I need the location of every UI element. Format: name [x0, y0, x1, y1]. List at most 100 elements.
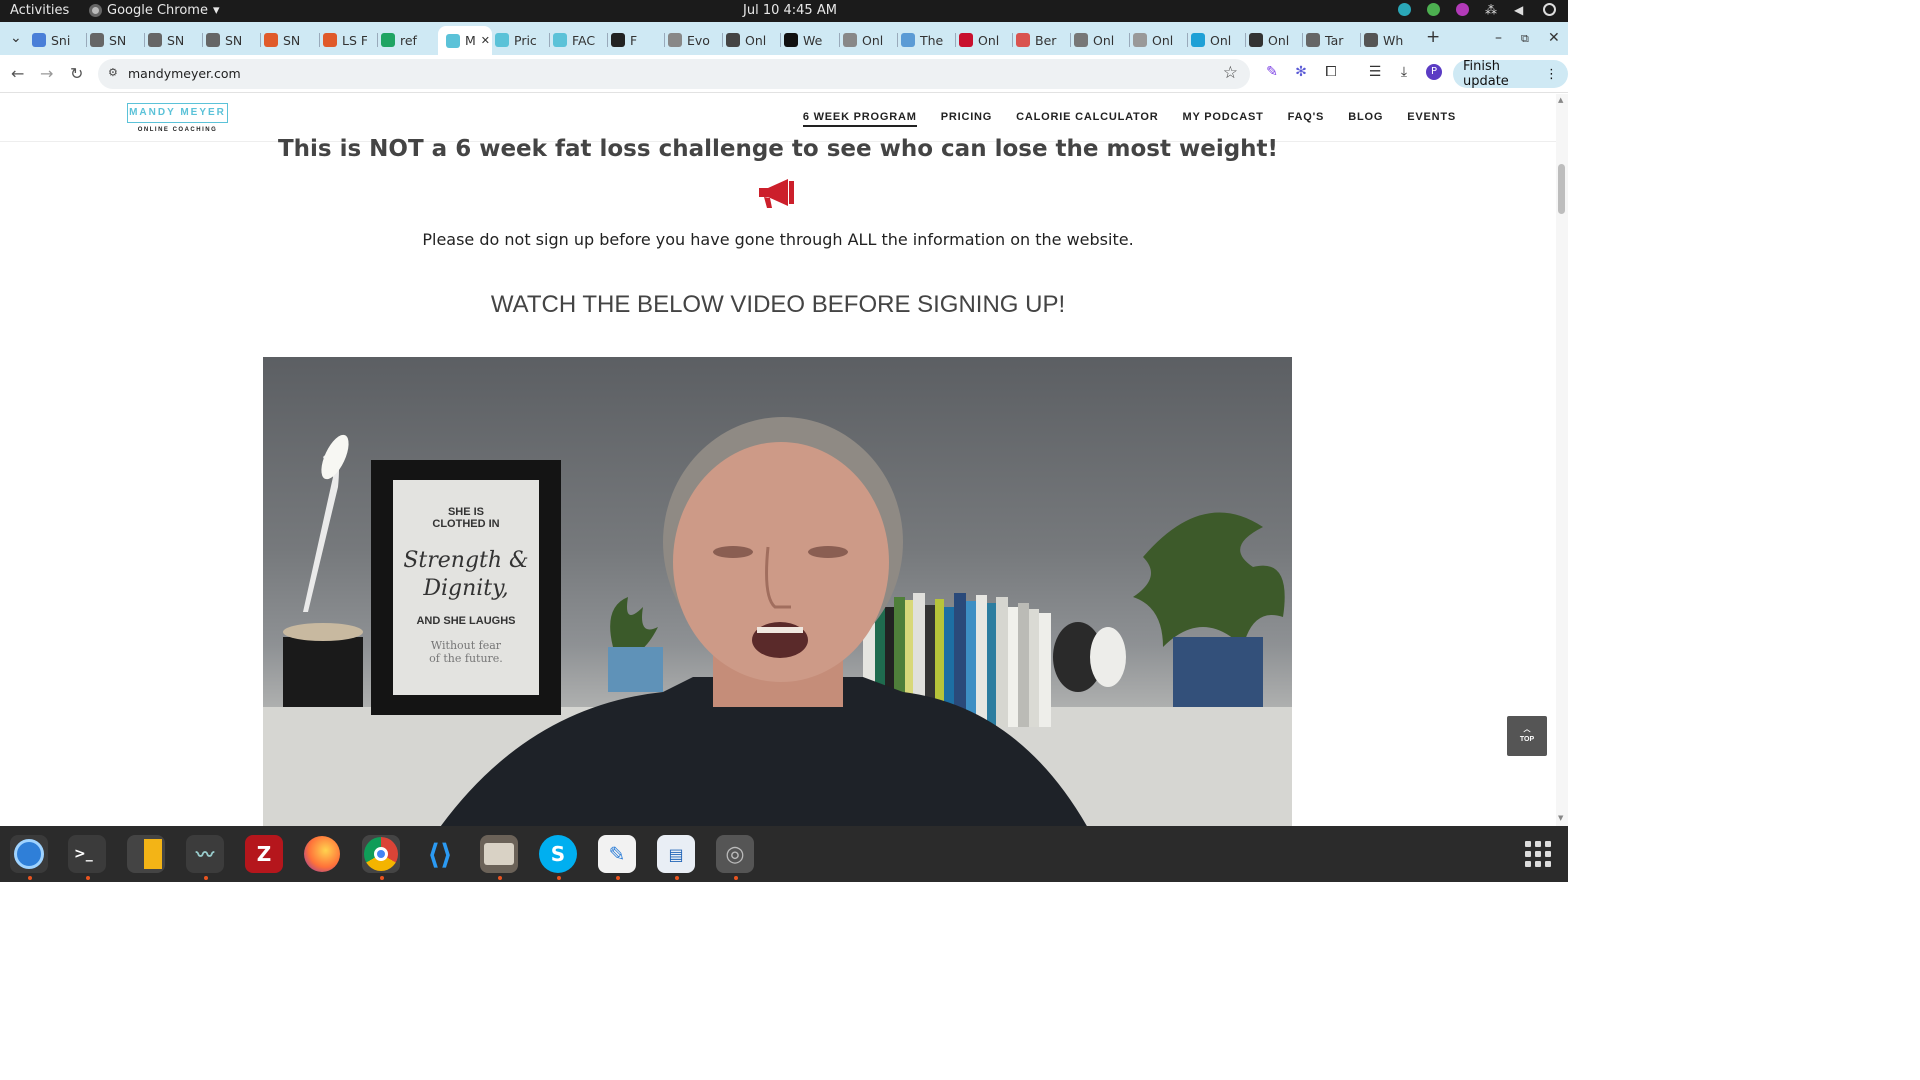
terminal-icon[interactable]: >_: [68, 835, 106, 873]
update-icon[interactable]: [1427, 3, 1440, 16]
browser-tab[interactable]: M ✕: [438, 26, 492, 55]
vscode-icon[interactable]: ⟨⟩: [421, 835, 459, 873]
browser-tab[interactable]: Onl: [1191, 28, 1235, 52]
snowflake-extension-icon[interactable]: ✻: [1293, 64, 1309, 80]
system-tray[interactable]: ⁂ ◀: [1398, 3, 1556, 17]
close-window-button[interactable]: ✕: [1548, 30, 1560, 46]
system-top-bar: Activities Google Chrome ▾ Jul 10 4:45 A…: [0, 0, 1568, 22]
tab-favicon-icon: [323, 33, 337, 47]
calculator-icon[interactable]: [127, 835, 165, 873]
logo-subtitle: ONLINE COACHING: [137, 127, 218, 133]
browser-tab[interactable]: Pric: [495, 28, 539, 52]
network-icon[interactable]: ⁂: [1485, 3, 1498, 17]
tab-separator: [607, 33, 608, 47]
scrollbar-thumb[interactable]: [1558, 164, 1565, 214]
caret-down-icon: ▾: [212, 3, 220, 18]
thunderbird-icon[interactable]: [10, 835, 48, 873]
browser-tab[interactable]: Onl: [843, 28, 887, 52]
tab-favicon-icon: [32, 33, 46, 47]
nav-pricing[interactable]: PRICING: [941, 111, 992, 127]
document-viewer-icon[interactable]: ▤: [657, 835, 695, 873]
tab-favicon-icon: [553, 33, 567, 47]
clock[interactable]: Jul 10 4:45 AM: [743, 3, 837, 18]
tab-separator: [377, 33, 378, 47]
browser-tab[interactable]: We: [784, 28, 828, 52]
show-apps-grid-icon[interactable]: [1525, 841, 1551, 867]
volume-icon[interactable]: ◀: [1514, 3, 1527, 17]
browser-tab[interactable]: SN: [206, 28, 250, 52]
power-icon[interactable]: [1543, 3, 1556, 16]
kebab-menu-icon: ⋮: [1545, 66, 1558, 82]
browser-tab[interactable]: SN: [148, 28, 192, 52]
frame-line-1: SHE IS: [448, 506, 484, 518]
finish-update-button[interactable]: Finish update ⋮: [1453, 59, 1568, 89]
browser-tab[interactable]: Wh: [1364, 28, 1408, 52]
extensions-puzzle-icon[interactable]: ⧠: [1323, 64, 1339, 80]
browser-tab[interactable]: Evo: [668, 28, 712, 52]
video-player[interactable]: SHE IS CLOTHED IN Strength & Dignity, AN…: [263, 357, 1292, 826]
nav-calorie-calculator[interactable]: CALORIE CALCULATOR: [1016, 111, 1158, 127]
nav-6-week-program[interactable]: 6 WEEK PROGRAM: [802, 111, 917, 127]
tab-favicon-icon: [206, 33, 220, 47]
firefox-icon[interactable]: [303, 835, 341, 873]
pen-extension-icon[interactable]: ✎: [1264, 64, 1280, 80]
chrome-dock-icon[interactable]: [362, 835, 400, 873]
sync-icon[interactable]: [1398, 3, 1411, 16]
browser-toolbar: ← → ↻ ⚙ mandymeyer.com ☆ ✎ ✻ ⧠ ☰ ⤓ P Fin…: [0, 55, 1568, 93]
browser-tab[interactable]: Onl: [726, 28, 770, 52]
skype-icon[interactable]: S: [539, 835, 577, 873]
browser-tab[interactable]: SN: [90, 28, 134, 52]
tab-search-icon[interactable]: ⌄: [10, 30, 22, 46]
system-monitor-icon[interactable]: 〰: [186, 835, 224, 873]
scroll-down-arrow-icon[interactable]: ▼: [1558, 814, 1563, 822]
download-icon[interactable]: ⤓: [1396, 64, 1412, 80]
address-bar[interactable]: ⚙ mandymeyer.com ☆: [98, 59, 1250, 89]
files-icon[interactable]: [480, 835, 518, 873]
reload-icon[interactable]: ↻: [70, 64, 83, 83]
tab-label: Sni: [51, 32, 71, 48]
color-picker-icon[interactable]: [1456, 3, 1469, 16]
browser-tab[interactable]: Ber: [1016, 28, 1060, 52]
back-to-top-button[interactable]: ︿ TOP: [1507, 716, 1547, 756]
filezilla-icon[interactable]: Z: [245, 835, 283, 873]
browser-tab[interactable]: Sni: [32, 28, 76, 52]
browser-tab[interactable]: Onl: [959, 28, 1003, 52]
browser-tab[interactable]: FAC: [553, 28, 597, 52]
disks-icon[interactable]: ◎: [716, 835, 754, 873]
tab-separator: [202, 33, 203, 47]
forward-icon[interactable]: →: [40, 64, 53, 83]
media-control-icon[interactable]: ☰: [1367, 64, 1383, 80]
browser-tab[interactable]: Tar: [1306, 28, 1350, 52]
new-tab-button[interactable]: +: [1426, 27, 1440, 47]
site-info-icon[interactable]: ⚙: [108, 66, 122, 80]
nav-events[interactable]: EVENTS: [1407, 111, 1456, 127]
browser-tab[interactable]: Onl: [1133, 28, 1177, 52]
restore-button[interactable]: ⧉: [1521, 32, 1529, 46]
browser-tab[interactable]: The: [901, 28, 945, 52]
browser-tab[interactable]: LS F: [323, 28, 367, 52]
browser-tab[interactable]: Onl: [1249, 28, 1293, 52]
page-scrollbar[interactable]: ▲ ▼: [1556, 94, 1568, 826]
frame-line-4: Dignity,: [422, 576, 508, 601]
nav-blog[interactable]: BLOG: [1348, 111, 1383, 127]
nav-my-podcast[interactable]: MY PODCAST: [1182, 111, 1263, 127]
nav-faqs[interactable]: FAQ'S: [1288, 111, 1325, 127]
tab-favicon-icon: [668, 33, 682, 47]
back-icon[interactable]: ←: [11, 64, 24, 83]
activities-button[interactable]: Activities: [10, 3, 69, 18]
site-logo[interactable]: MANDY MEYER ONLINE COACHING: [127, 103, 228, 133]
url-text[interactable]: mandymeyer.com: [128, 66, 241, 81]
text-editor-icon[interactable]: ✎: [598, 835, 636, 873]
frame-line-6: Without fear: [431, 639, 502, 652]
browser-tab[interactable]: ref: [381, 28, 425, 52]
scroll-up-arrow-icon[interactable]: ▲: [1558, 96, 1563, 104]
profile-avatar[interactable]: P: [1426, 64, 1442, 80]
app-menu[interactable]: Google Chrome ▾: [89, 3, 220, 18]
bookmark-star-icon[interactable]: ☆: [1223, 63, 1238, 83]
browser-tab[interactable]: Onl: [1074, 28, 1118, 52]
browser-tab[interactable]: SN: [264, 28, 308, 52]
close-tab-icon[interactable]: ✕: [481, 34, 490, 47]
minimize-button[interactable]: –: [1495, 30, 1502, 46]
tab-separator: [955, 33, 956, 47]
browser-tab[interactable]: F: [611, 28, 655, 52]
